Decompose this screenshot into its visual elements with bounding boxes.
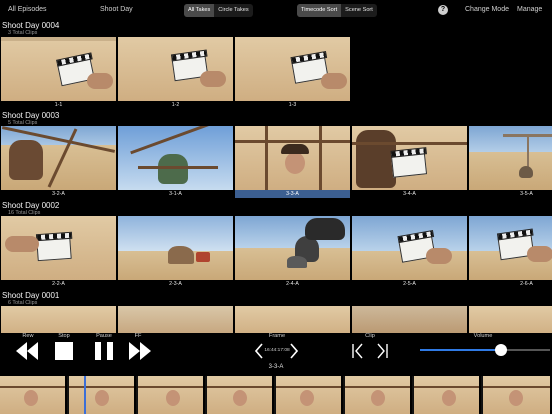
clip-label: 1-3: [288, 102, 297, 108]
clip-tile[interactable]: 1-1: [1, 37, 116, 109]
playhead[interactable]: [84, 376, 86, 414]
clip-thumbnail[interactable]: [235, 306, 350, 333]
frame-timecode: 16:44:17:08: [264, 348, 290, 353]
clip-label: 2-6-A: [520, 281, 533, 287]
clip-thumbnail[interactable]: [1, 306, 116, 333]
pause-icon[interactable]: [95, 342, 113, 360]
stop-icon[interactable]: [55, 342, 73, 360]
rewind-icon[interactable]: [16, 342, 38, 360]
clip-thumbnail[interactable]: [352, 306, 467, 333]
clip-tile[interactable]: 3-1-A: [118, 126, 233, 198]
help-icon[interactable]: ?: [438, 5, 448, 15]
previous-clip-icon[interactable]: [352, 343, 364, 359]
shoot-day-section: Shoot Day 0003 5 Total Clips 3-2-A 3-1-A…: [0, 110, 552, 202]
clip-label: 3-4-A: [403, 191, 416, 197]
all-episodes-link[interactable]: All Episodes: [8, 6, 47, 13]
clip-label: 3-5-A: [520, 191, 533, 197]
manage-link[interactable]: Manage: [517, 6, 542, 13]
frame-label: Frame: [268, 333, 286, 339]
current-clip-name: 3-3-A: [268, 364, 284, 370]
clip-tile[interactable]: 2-2-A: [1, 216, 116, 288]
volume-knob[interactable]: [494, 344, 507, 356]
clip-thumbnail: [352, 216, 467, 280]
scene-sort-button[interactable]: Scene Sort: [341, 4, 377, 17]
clip-tile[interactable]: 3-3-A: [235, 126, 350, 198]
shoot-day-section: Shoot Day 0001 6 Total Clips: [0, 290, 552, 333]
filmstrip-frame[interactable]: [414, 376, 481, 414]
clip-label: 3-1-A: [169, 191, 182, 197]
filmstrip[interactable]: [0, 376, 552, 414]
clip-thumbnail: [118, 37, 233, 101]
filmstrip-frame[interactable]: [69, 376, 136, 414]
clip-label: 2-4-A: [286, 281, 299, 287]
shoot-day-section: Shoot Day 0002 16 Total Clips 2-2-A 2-3-…: [0, 200, 552, 292]
rew-label: Rew: [22, 333, 34, 339]
clip-tile[interactable]: 3-5-A: [469, 126, 552, 198]
takes-filter-segmented: All Takes Circle Takes: [184, 4, 253, 17]
section-title: Shoot Day 0004: [2, 21, 60, 30]
clip-thumbnail: [235, 126, 350, 190]
clip-label: 2-5-A: [403, 281, 416, 287]
section-title: Shoot Day 0001: [2, 291, 60, 300]
clip-tile[interactable]: 3-4-A: [352, 126, 467, 198]
clip-thumbnail: [469, 216, 552, 280]
filmstrip-frame[interactable]: [483, 376, 552, 414]
section-clip-count: 3 Total Clips: [8, 30, 38, 36]
section-title: Shoot Day 0002: [2, 201, 60, 210]
all-takes-button[interactable]: All Takes: [184, 4, 215, 17]
clip-thumbnail: [235, 37, 350, 101]
clip-label: 3-2-A: [52, 191, 65, 197]
pause-label: Pause: [96, 333, 112, 339]
clip-tile[interactable]: 1-3: [235, 37, 350, 109]
clip-label: 1-2: [171, 102, 180, 108]
top-nav: All Episodes Shoot Day All Takes Circle …: [0, 0, 552, 22]
clip-thumbnail: [118, 126, 233, 190]
clip-tile[interactable]: 2-5-A: [352, 216, 467, 288]
clip-label: 2-2-A: [52, 281, 65, 287]
sort-segmented: Timecode Sort Scene Sort: [297, 4, 377, 17]
clip-thumbnail: [1, 37, 116, 101]
clip-label: 3-3-A: [235, 190, 350, 198]
clip-thumbnail[interactable]: [469, 306, 552, 333]
clip-tile[interactable]: 2-3-A: [118, 216, 233, 288]
clip-label: 1-1: [54, 102, 63, 108]
clip-tile[interactable]: 2-4-A: [235, 216, 350, 288]
clip-thumbnail[interactable]: [118, 306, 233, 333]
ff-label: FF: [134, 333, 142, 339]
clip-nav-label: Clip: [365, 333, 375, 339]
filmstrip-frame[interactable]: [276, 376, 343, 414]
circle-takes-button[interactable]: Circle Takes: [214, 4, 252, 17]
shoot-day-link[interactable]: Shoot Day: [100, 6, 133, 13]
frame-forward-icon[interactable]: [290, 343, 298, 359]
clip-thumbnail: [352, 126, 467, 190]
clip-thumbnail: [1, 216, 116, 280]
volume-fill: [420, 349, 501, 351]
volume-slider[interactable]: [420, 344, 550, 356]
section-title: Shoot Day 0003: [2, 111, 60, 120]
fast-forward-icon[interactable]: [129, 342, 151, 360]
stop-label: Stop: [58, 333, 70, 339]
next-clip-icon[interactable]: [376, 343, 388, 359]
change-mode-link[interactable]: Change Mode: [465, 6, 509, 13]
volume-label: Volume: [473, 333, 493, 339]
filmstrip-frame[interactable]: [138, 376, 205, 414]
clip-tile[interactable]: 2-6-A: [469, 216, 552, 288]
timecode-sort-button[interactable]: Timecode Sort: [297, 4, 342, 17]
shoot-day-section: Shoot Day 0004 3 Total Clips 1-1 1-2 1-3: [0, 20, 552, 112]
filmstrip-frame[interactable]: [0, 376, 67, 414]
clip-tile[interactable]: 1-2: [118, 37, 233, 109]
clip-thumbnail: [1, 126, 116, 190]
clip-thumbnail: [235, 216, 350, 280]
clip-tile[interactable]: 3-2-A: [1, 126, 116, 198]
clip-thumbnail: [469, 126, 552, 190]
clip-label: 2-3-A: [169, 281, 182, 287]
filmstrip-frame[interactable]: [345, 376, 412, 414]
filmstrip-frame[interactable]: [207, 376, 274, 414]
clip-thumbnail: [118, 216, 233, 280]
